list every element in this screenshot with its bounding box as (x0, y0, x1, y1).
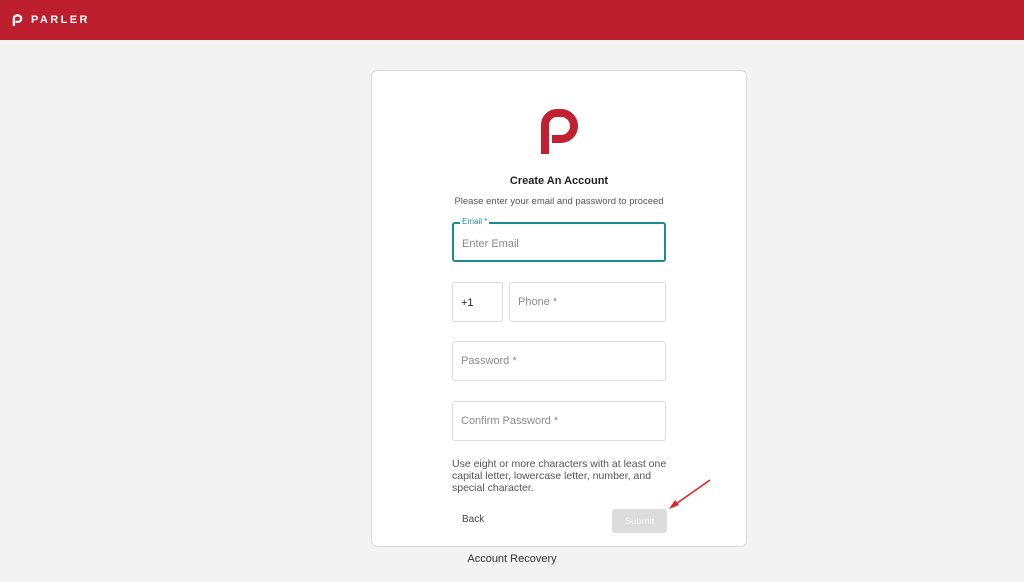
country-code-field[interactable]: +1 (452, 282, 503, 322)
phone-field-wrapper (509, 282, 666, 322)
email-label: Email * (460, 217, 490, 226)
country-code-value: +1 (461, 297, 474, 309)
phone-input[interactable] (510, 283, 665, 321)
confirm-password-field-wrapper (452, 401, 666, 441)
brand-logo[interactable]: PARLER (12, 14, 90, 26)
brand-name: PARLER (31, 14, 90, 26)
red-arrow-icon (669, 479, 711, 509)
account-recovery-link[interactable]: Account Recovery (0, 553, 1024, 565)
confirm-password-input[interactable] (453, 402, 665, 440)
create-account-card: Create An Account Please enter your emai… (371, 70, 747, 547)
parler-logo-icon (541, 109, 578, 154)
back-button[interactable]: Back (454, 512, 492, 527)
email-input[interactable] (454, 224, 664, 260)
submit-button[interactable]: Submit (612, 509, 667, 533)
top-nav-bar: PARLER (0, 0, 1024, 40)
parler-p-icon (12, 14, 23, 26)
page-title: Create An Account (509, 175, 609, 187)
email-field-wrapper: Email * (452, 217, 666, 262)
page-subtitle: Please enter your email and password to … (454, 196, 664, 207)
password-input[interactable] (453, 342, 665, 380)
password-hint: Use eight or more characters with at lea… (452, 458, 667, 494)
password-field-wrapper (452, 341, 666, 381)
